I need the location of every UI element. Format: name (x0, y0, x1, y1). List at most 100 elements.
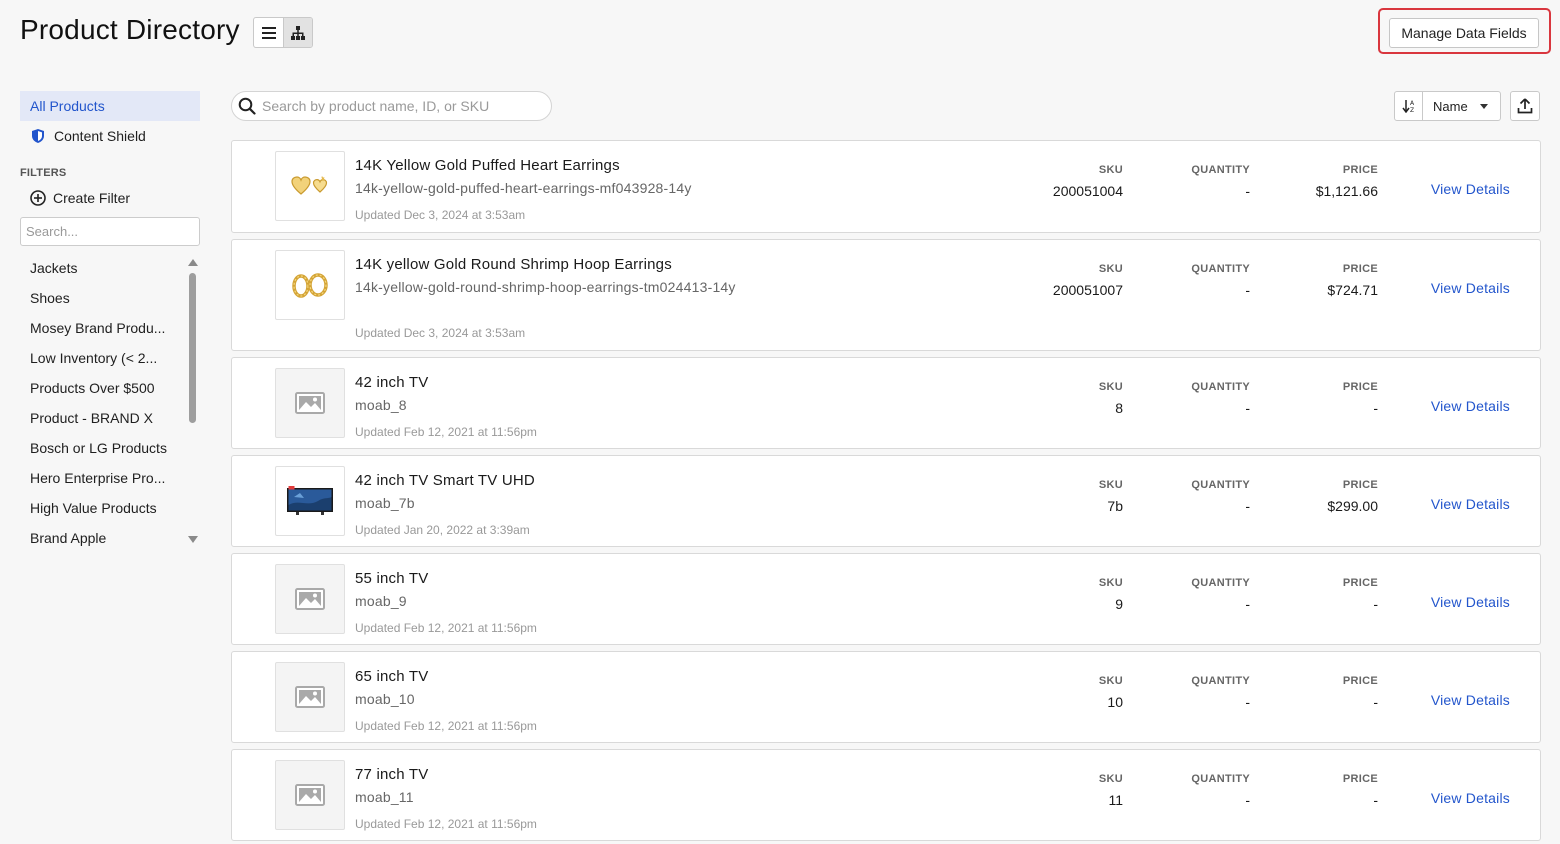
sidebar: All Products Content Shield FILTERS Crea… (20, 91, 200, 553)
product-search (231, 91, 552, 121)
price-label: PRICE (1342, 577, 1378, 589)
tv-image (287, 486, 333, 515)
filter-item[interactable]: Product - BRAND X (20, 403, 182, 433)
product-updated: Updated Feb 12, 2021 at 11:56pm (355, 621, 537, 635)
product-name[interactable]: 65 inch TV (355, 668, 428, 685)
sku-label: SKU (1098, 773, 1123, 785)
view-details-link[interactable]: View Details (1431, 594, 1510, 610)
product-slug: moab_10 (355, 691, 415, 707)
view-details-link[interactable]: View Details (1431, 496, 1510, 512)
quantity-label: QUANTITY (1191, 675, 1250, 687)
filter-item[interactable]: Mosey Brand Produ... (20, 313, 182, 343)
sort-field-dropdown[interactable]: Name (1423, 92, 1500, 120)
price-value: - (1373, 400, 1378, 416)
view-details-link[interactable]: View Details (1431, 280, 1510, 296)
product-thumbnail[interactable] (275, 466, 345, 536)
price-label: PRICE (1342, 263, 1378, 275)
sku-value: 11 (1108, 792, 1123, 808)
filter-search-input[interactable] (20, 217, 200, 246)
quantity-value: - (1245, 596, 1250, 612)
svg-text:Z: Z (1410, 107, 1414, 113)
hierarchy-view-button[interactable] (283, 18, 312, 47)
sort-direction-button[interactable]: AZ (1395, 92, 1423, 120)
sku-label: SKU (1098, 263, 1123, 275)
scroll-down-arrow[interactable] (188, 536, 198, 543)
product-thumbnail[interactable] (275, 564, 345, 634)
filter-item[interactable]: High Value Products (20, 493, 182, 523)
quantity-label: QUANTITY (1191, 164, 1250, 176)
filter-item[interactable]: Bosch or LG Products (20, 433, 182, 463)
product-thumbnail[interactable] (275, 151, 345, 221)
hoop-earrings-image (292, 273, 328, 298)
product-name[interactable]: 42 inch TV (355, 374, 428, 391)
filter-item[interactable]: Shoes (20, 283, 182, 313)
product-slug: moab_8 (355, 397, 407, 413)
manage-data-fields-button[interactable]: Manage Data Fields (1389, 18, 1539, 48)
placeholder-image-icon (295, 686, 325, 708)
sku-label: SKU (1098, 479, 1123, 491)
search-icon (238, 97, 256, 115)
sort-field-label: Name (1433, 98, 1468, 114)
product-name[interactable]: 42 inch TV Smart TV UHD (355, 472, 535, 489)
product-name[interactable]: 14K Yellow Gold Puffed Heart Earrings (355, 157, 620, 174)
list-icon (261, 26, 276, 39)
export-button[interactable] (1510, 91, 1540, 121)
sku-label: SKU (1098, 675, 1123, 687)
product-name[interactable]: 55 inch TV (355, 570, 428, 587)
product-thumbnail[interactable] (275, 250, 345, 320)
product-updated: Updated Dec 3, 2024 at 3:53am (355, 208, 526, 222)
product-row: 77 inch TV moab_11 Updated Feb 12, 2021 … (231, 749, 1541, 841)
product-row: 42 inch TV moab_8 Updated Feb 12, 2021 a… (231, 357, 1541, 449)
product-slug: moab_11 (355, 789, 414, 805)
sidebar-item-all-products[interactable]: All Products (20, 91, 200, 121)
price-label: PRICE (1342, 164, 1378, 176)
add-circle-icon (30, 190, 46, 206)
view-details-link[interactable]: View Details (1431, 692, 1510, 708)
product-updated: Updated Feb 12, 2021 at 11:56pm (355, 817, 537, 831)
manage-data-fields-highlight: Manage Data Fields (1378, 8, 1551, 54)
filter-item[interactable]: Products Over $500 (20, 373, 182, 403)
page-title: Product Directory (20, 14, 240, 45)
sku-value: 8 (1115, 400, 1123, 416)
filter-item[interactable]: Jackets (20, 253, 182, 283)
product-row: 14K Yellow Gold Puffed Heart Earrings 14… (231, 140, 1541, 233)
view-details-link[interactable]: View Details (1431, 790, 1510, 806)
filter-item[interactable]: Brand Apple (20, 523, 182, 553)
quantity-value: - (1245, 694, 1250, 710)
product-name[interactable]: 77 inch TV (355, 766, 428, 783)
quantity-value: - (1245, 282, 1250, 298)
view-details-link[interactable]: View Details (1431, 398, 1510, 414)
quantity-label: QUANTITY (1191, 479, 1250, 491)
filter-item[interactable]: Low Inventory (< 2... (20, 343, 182, 373)
product-thumbnail[interactable] (275, 662, 345, 732)
filter-item[interactable]: Hero Enterprise Pro... (20, 463, 182, 493)
price-value: $299.00 (1327, 498, 1378, 514)
sidebar-item-label: All Products (30, 98, 105, 114)
product-search-input[interactable] (262, 98, 542, 114)
scrollbar-thumb[interactable] (189, 273, 196, 423)
product-thumbnail[interactable] (275, 368, 345, 438)
product-row: 14K yellow Gold Round Shrimp Hoop Earrin… (231, 239, 1541, 351)
price-value: - (1373, 596, 1378, 612)
quantity-value: - (1245, 183, 1250, 199)
view-toggle (253, 17, 313, 48)
create-filter-button[interactable]: Create Filter (20, 183, 200, 213)
price-label: PRICE (1342, 479, 1378, 491)
product-row: 55 inch TV moab_9 Updated Feb 12, 2021 a… (231, 553, 1541, 645)
product-updated: Updated Feb 12, 2021 at 11:56pm (355, 425, 537, 439)
sidebar-item-content-shield[interactable]: Content Shield (20, 121, 200, 151)
sku-label: SKU (1098, 577, 1123, 589)
filters-heading: FILTERS (20, 167, 67, 179)
list-view-button[interactable] (254, 18, 283, 47)
product-name[interactable]: 14K yellow Gold Round Shrimp Hoop Earrin… (355, 256, 672, 273)
sku-value: 200051007 (1052, 282, 1123, 298)
price-label: PRICE (1342, 675, 1378, 687)
product-updated: Updated Jan 20, 2022 at 3:39am (355, 523, 530, 537)
scroll-up-arrow[interactable] (188, 259, 198, 266)
quantity-label: QUANTITY (1191, 263, 1250, 275)
sidebar-item-label: Content Shield (54, 128, 146, 144)
sku-value: 7b (1107, 498, 1123, 514)
product-thumbnail[interactable] (275, 760, 345, 830)
view-details-link[interactable]: View Details (1431, 181, 1510, 197)
product-slug: 14k-yellow-gold-puffed-heart-earrings-mf… (355, 180, 692, 196)
